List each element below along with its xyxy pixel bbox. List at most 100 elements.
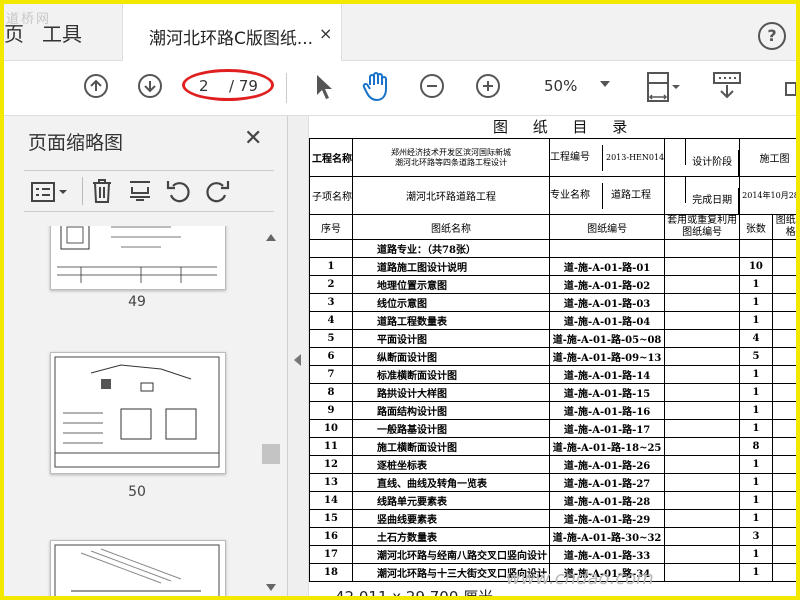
row-number: 16 <box>309 527 353 546</box>
zoom-out-icon[interactable] <box>420 74 444 98</box>
table-row: 3 线位示意图 道-施-A-01-路-03 1 <box>309 293 800 312</box>
row-sheet-count: 1 <box>739 455 773 474</box>
trash-icon[interactable] <box>90 178 114 204</box>
row-number: 7 <box>309 365 353 384</box>
row-sheet-count: 1 <box>739 293 773 312</box>
extract-pages-icon[interactable] <box>128 178 152 204</box>
row-drawing-code: 道-施-A-01-路-18~25 <box>548 437 666 456</box>
collapse-panel-icon[interactable] <box>294 354 301 366</box>
row-drawing-name: 逐桩坐标表 <box>352 455 550 474</box>
row-size <box>771 509 800 528</box>
row-size <box>771 275 800 294</box>
red-highlight-ellipse <box>182 69 274 101</box>
row-reuse <box>664 401 741 420</box>
column-header: 图纸名称 <box>352 214 550 240</box>
tab-document[interactable]: 潮河北环路C版图纸... × <box>122 4 342 61</box>
row-sheet-count: 1 <box>739 311 773 330</box>
thumbnail-drawing <box>54 356 220 468</box>
row-number: 12 <box>309 455 353 474</box>
options-menu-icon[interactable] <box>30 181 70 203</box>
select-cursor-icon[interactable] <box>314 73 334 101</box>
rotate-left-icon[interactable] <box>166 178 192 204</box>
finish-date: 2014年10月28日 <box>739 176 800 215</box>
chevron-down-icon[interactable] <box>600 81 610 87</box>
row-size <box>771 311 800 330</box>
row-size <box>771 329 800 348</box>
row-number: 15 <box>309 509 353 528</box>
row-sheet-count: 8 <box>739 437 773 456</box>
row-sheet-count: 1 <box>739 383 773 402</box>
row-drawing-name: 直线、曲线及转角一览表 <box>352 473 550 492</box>
scroll-mode-icon[interactable] <box>710 71 744 103</box>
row-number: 13 <box>309 473 353 492</box>
row-drawing-code: 道-施-A-01-路-04 <box>548 311 666 330</box>
row-size <box>771 563 800 582</box>
toolbar: 2 / 79 50% <box>4 61 796 116</box>
panel-collapse-strip[interactable] <box>288 116 309 600</box>
next-page-icon[interactable] <box>138 74 162 98</box>
close-tab-icon[interactable]: × <box>319 24 332 43</box>
page-thumbnail[interactable] <box>50 540 226 600</box>
row-size <box>771 545 800 564</box>
page-thumbnail[interactable] <box>50 352 226 474</box>
row-number: 6 <box>309 347 353 366</box>
page-thumbnail[interactable] <box>50 226 226 290</box>
watermark-url: www.cndao.com <box>506 568 654 589</box>
column-header: 张数 <box>739 214 773 240</box>
row-drawing-name: 线位示意图 <box>352 293 550 312</box>
table-row: 2 地理位置示意图 道-施-A-01-路-02 1 <box>309 275 800 294</box>
row-drawing-name: 施工横断面设计图 <box>352 437 550 456</box>
header-label: 子项名称 <box>309 176 353 215</box>
table-row: 5 平面设计图 道-施-A-01-路-05~08 4 <box>309 329 800 348</box>
more-tools-icon[interactable] <box>784 79 796 99</box>
row-size <box>771 347 800 366</box>
help-icon[interactable]: ? <box>758 22 786 50</box>
scroll-thumb[interactable] <box>262 444 280 464</box>
row-sheet-count: 1 <box>739 545 773 564</box>
thumbnail-page-label: 49 <box>128 294 146 310</box>
rotate-right-icon[interactable] <box>204 178 230 204</box>
design-stage-label: 设计阶段 <box>686 150 739 176</box>
row-drawing-name: 道路工程数量表 <box>352 311 550 330</box>
row-sheet-count: 1 <box>739 491 773 510</box>
row-reuse <box>664 293 741 312</box>
hand-tool-icon[interactable] <box>362 71 392 103</box>
row-drawing-code: 道-施-A-01-路-29 <box>548 509 666 528</box>
close-panel-icon[interactable]: ✕ <box>244 126 262 151</box>
thumbnail-drawing <box>57 226 217 283</box>
header-value: 郑州经济技术开发区滨河国际新城 潮河北环路等四条道路工程设计 <box>352 138 550 177</box>
row-drawing-code: 道-施-A-01-路-14 <box>548 365 666 384</box>
zoom-select[interactable]: 50% <box>532 75 616 99</box>
zoom-in-icon[interactable] <box>476 74 500 98</box>
row-reuse <box>664 437 741 456</box>
row-drawing-code: 道-施-A-01-路-02 <box>548 275 666 294</box>
scroll-up-icon[interactable] <box>266 234 276 241</box>
row-size <box>771 473 800 492</box>
row-size <box>771 293 800 312</box>
table-row: 8 路拱设计大样图 道-施-A-01-路-15 1 <box>309 383 800 402</box>
thumbnail-scrollbar[interactable] <box>262 230 280 600</box>
row-drawing-name: 潮河北环路与经南八路交叉口竖向设计 <box>352 545 550 564</box>
document-title: 图 纸 目 录 <box>493 118 638 136</box>
fit-page-icon[interactable] <box>644 69 680 107</box>
finish-date-label: 完成日期 <box>686 188 739 214</box>
header-label: 工程编号 2013-HEN014 <box>548 138 666 177</box>
row-reuse <box>664 527 741 546</box>
project-no: 2013-HEN014 <box>606 152 665 162</box>
row-number: 9 <box>309 401 353 420</box>
previous-page-icon[interactable] <box>84 74 108 98</box>
discipline-label: 专业名称 <box>551 182 603 209</box>
tab-document-label: 潮河北环路C版图纸... <box>149 29 314 49</box>
thumbnail-drawing <box>54 544 220 600</box>
header-cell: 专业名称 道路工程 <box>548 176 666 215</box>
row-drawing-code: 道-施-A-01-路-09~13 <box>548 347 666 366</box>
row-drawing-code: 道-施-A-01-路-05~08 <box>548 329 666 348</box>
scroll-down-icon[interactable] <box>266 584 276 591</box>
row-number: 8 <box>309 383 353 402</box>
thumbnail-toolbar <box>24 170 274 212</box>
row-drawing-name: 标准横断面设计图 <box>352 365 550 384</box>
row-reuse <box>664 257 741 276</box>
row-number: 10 <box>309 419 353 438</box>
row-drawing-code: 道-施-A-01-路-33 <box>548 545 666 564</box>
row-sheet-count: 1 <box>739 275 773 294</box>
